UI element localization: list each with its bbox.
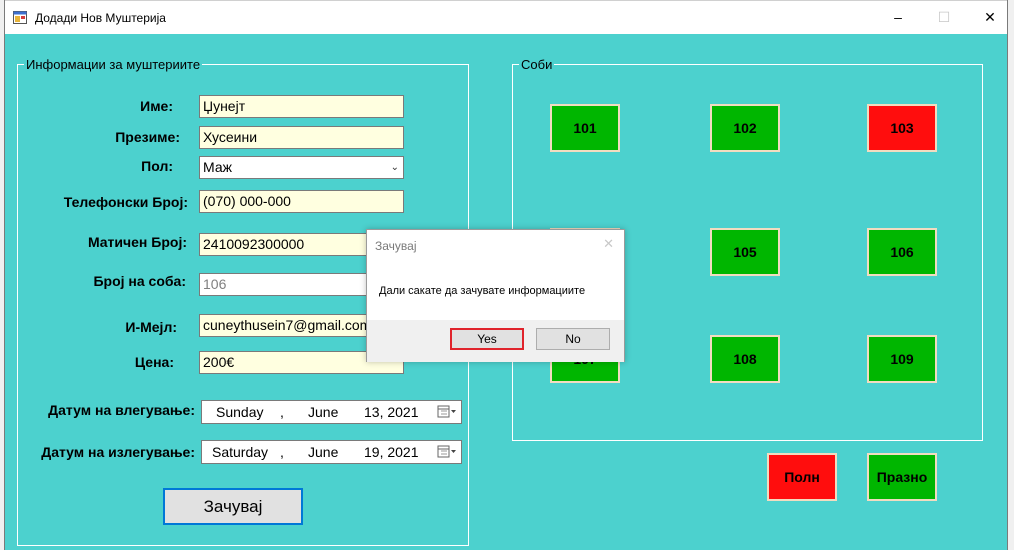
- check-in-comma: ,: [280, 404, 284, 420]
- check-in-datepicker[interactable]: Sunday , June 13, 2021: [201, 400, 462, 424]
- dialog-footer: Yes No: [367, 320, 624, 362]
- room-102-button[interactable]: 102: [710, 104, 780, 152]
- rooms-legend: Соби: [519, 57, 555, 72]
- calendar-icon: [437, 445, 456, 458]
- check-out-date: 19, 2021: [364, 444, 419, 460]
- save-button[interactable]: Зачувај: [163, 488, 303, 525]
- room-106-button[interactable]: 106: [867, 228, 937, 276]
- gender-value: Маж: [203, 159, 232, 175]
- customer-info-legend: Информации за муштериите: [24, 57, 203, 72]
- room-109-button[interactable]: 109: [867, 335, 937, 383]
- gender-label: Пол:: [141, 158, 173, 174]
- room-105-button[interactable]: 105: [710, 228, 780, 276]
- room-101-button[interactable]: 101: [550, 104, 620, 152]
- save-confirm-dialog: Зачувај ✕ Дали сакате да зачувате информ…: [366, 229, 625, 362]
- calendar-icon: [437, 405, 456, 418]
- check-out-comma: ,: [280, 444, 284, 460]
- legend-full-button[interactable]: Полн: [767, 453, 837, 501]
- check-in-date: 13, 2021: [364, 404, 419, 420]
- check-in-month: June: [308, 404, 339, 420]
- legend-empty-button[interactable]: Празно: [867, 453, 937, 501]
- id-number-label: Матичен Број:: [87, 234, 187, 250]
- maximize-icon: ☐: [937, 9, 951, 25]
- phone-label: Телефонски Број:: [63, 194, 188, 210]
- no-button[interactable]: No: [536, 328, 610, 350]
- gender-select[interactable]: Маж ⌄: [199, 156, 404, 179]
- dialog-title: Зачувај: [375, 239, 417, 253]
- check-in-weekday: Sunday: [216, 404, 264, 420]
- price-label: Цена:: [134, 354, 174, 370]
- check-out-month: June: [308, 444, 339, 460]
- close-button[interactable]: ✕: [967, 1, 1013, 33]
- check-out-weekday: Saturday: [212, 444, 269, 460]
- check-out-label: Датум на излегување:: [41, 444, 195, 460]
- room-number-label: Број на соба:: [93, 273, 186, 289]
- room-108-button[interactable]: 108: [710, 335, 780, 383]
- phone-input[interactable]: (070) 000-000: [199, 190, 404, 213]
- first-name-label: Име:: [140, 98, 173, 114]
- window-title: Додади Нов Муштерија: [35, 11, 166, 25]
- last-name-label: Презиме:: [115, 129, 180, 145]
- yes-button[interactable]: Yes: [450, 328, 524, 350]
- dialog-message: Дали сакате да зачувате информациите: [379, 285, 586, 297]
- minimize-icon: –: [894, 9, 902, 25]
- app-window-icon: [13, 11, 27, 24]
- room-103-button[interactable]: 103: [867, 104, 937, 152]
- email-label: И-Мејл:: [125, 319, 177, 335]
- chevron-down-icon: ⌄: [390, 162, 399, 173]
- first-name-input[interactable]: Џунејт: [199, 95, 404, 118]
- minimize-button[interactable]: –: [875, 1, 921, 33]
- check-out-datepicker[interactable]: Saturday , June 19, 2021: [201, 440, 462, 464]
- close-icon: ✕: [984, 9, 996, 25]
- check-in-label: Датум на влегување:: [48, 402, 195, 418]
- last-name-input[interactable]: Хусеини: [199, 126, 404, 149]
- title-bar: Додади Нов Муштерија – ☐ ✕: [5, 0, 1007, 34]
- close-icon[interactable]: ✕: [603, 236, 614, 252]
- maximize-button[interactable]: ☐: [921, 1, 967, 33]
